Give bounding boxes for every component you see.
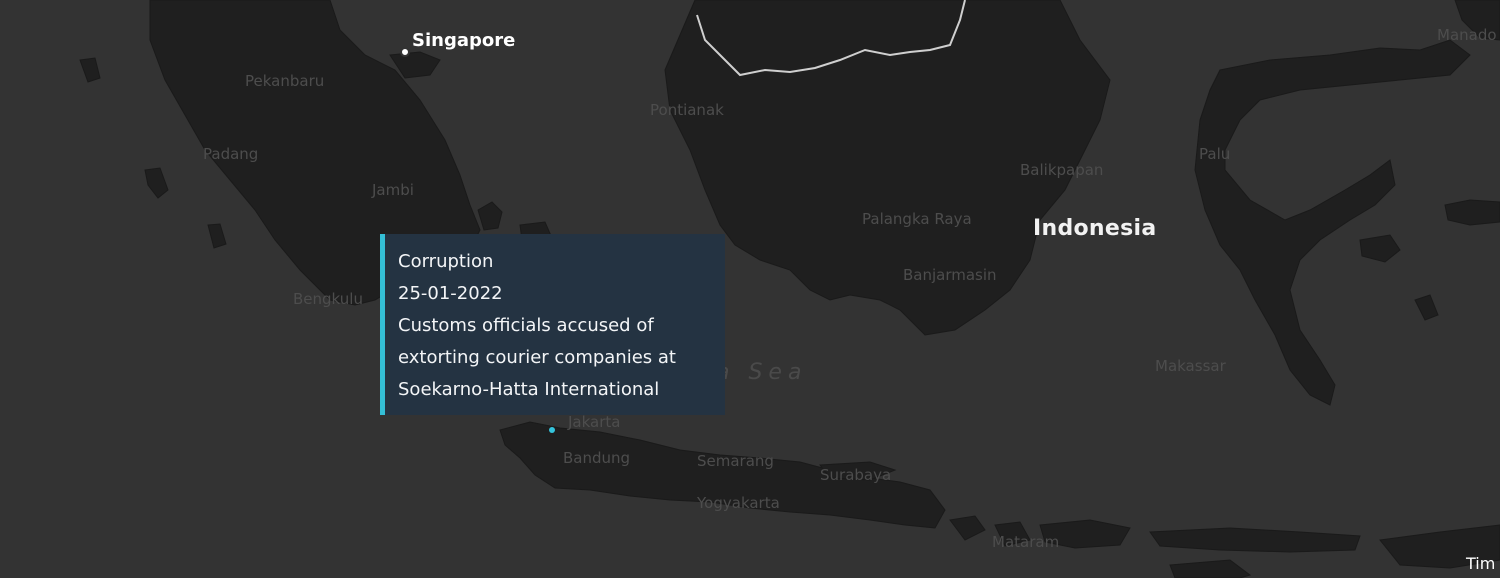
tooltip-description-line: extorting courier companies at	[398, 347, 676, 368]
event-marker-corruption[interactable]	[549, 427, 555, 433]
tooltip-description-line: Customs officials accused of	[398, 315, 654, 336]
event-tooltip: Corruption 25-01-2022 Customs officials …	[380, 234, 725, 415]
capital-marker-singapore[interactable]	[400, 47, 410, 57]
tooltip-description-line: Soekarno-Hatta International	[398, 379, 660, 400]
map-canvas[interactable]	[0, 0, 1500, 578]
landmass-maluku	[1444, 199, 1500, 226]
tooltip-category: Corruption	[398, 251, 494, 272]
tooltip-date: 25-01-2022	[398, 283, 503, 304]
